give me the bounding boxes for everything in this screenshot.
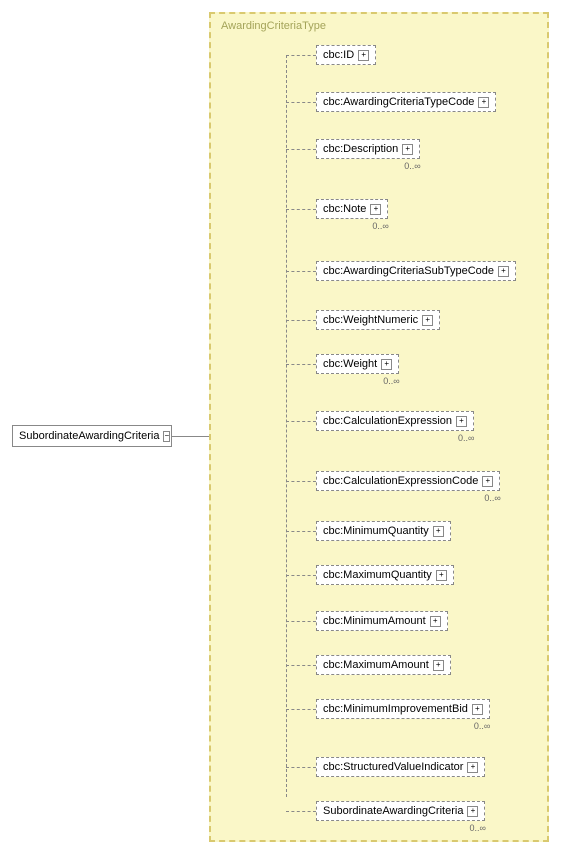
cardinality-label: 0..∞	[484, 493, 500, 503]
child-element[interactable]: cbc:MinimumQuantity +	[316, 521, 451, 541]
connector-line	[286, 481, 316, 482]
cardinality-label: 0..∞	[383, 376, 399, 386]
expand-icon[interactable]: +	[430, 616, 441, 627]
child-element-label: cbc:Weight	[323, 358, 377, 370]
expand-icon[interactable]: +	[433, 526, 444, 537]
cardinality-label: 0..∞	[458, 433, 474, 443]
collapse-icon[interactable]: −	[163, 431, 170, 442]
child-element-label: cbc:MaximumQuantity	[323, 569, 432, 581]
child-element-label: cbc:WeightNumeric	[323, 314, 418, 326]
cardinality-label: 0..∞	[372, 221, 388, 231]
child-element[interactable]: cbc:MaximumAmount +	[316, 655, 451, 675]
child-element-label: cbc:Description	[323, 143, 398, 155]
connector-line	[286, 575, 316, 576]
child-element[interactable]: cbc:AwardingCriteriaTypeCode +	[316, 92, 496, 112]
expand-icon[interactable]: +	[478, 97, 489, 108]
child-element[interactable]: cbc:MinimumImprovementBid +	[316, 699, 490, 719]
connector-line	[286, 364, 316, 365]
child-element[interactable]: cbc:WeightNumeric +	[316, 310, 440, 330]
child-element[interactable]: cbc:MinimumAmount +	[316, 611, 448, 631]
child-element[interactable]: cbc:CalculationExpression +	[316, 411, 474, 431]
expand-icon[interactable]: +	[498, 266, 509, 277]
cardinality-label: 0..∞	[474, 721, 490, 731]
connector-vline	[286, 55, 287, 797]
connector-line	[286, 811, 316, 812]
child-element-label: cbc:AwardingCriteriaSubTypeCode	[323, 265, 494, 277]
child-element-label: cbc:AwardingCriteriaTypeCode	[323, 96, 474, 108]
child-element-label: cbc:Note	[323, 203, 366, 215]
child-element-label: cbc:CalculationExpressionCode	[323, 475, 478, 487]
child-element[interactable]: cbc:StructuredValueIndicator +	[316, 757, 485, 777]
connector-line	[286, 149, 316, 150]
root-element[interactable]: SubordinateAwardingCriteria −	[12, 425, 172, 447]
expand-icon[interactable]: +	[472, 704, 483, 715]
expand-icon[interactable]: +	[358, 50, 369, 61]
child-element[interactable]: cbc:CalculationExpressionCode +	[316, 471, 500, 491]
connector-line	[286, 665, 316, 666]
child-element[interactable]: cbc:Description +	[316, 139, 420, 159]
child-element-label: cbc:MaximumAmount	[323, 659, 429, 671]
connector-line	[286, 271, 316, 272]
expand-icon[interactable]: +	[433, 660, 444, 671]
connector-line	[286, 767, 316, 768]
child-element[interactable]: cbc:Note +	[316, 199, 388, 219]
root-element-label: SubordinateAwardingCriteria	[19, 430, 159, 442]
connector-line	[286, 531, 316, 532]
child-element-label: cbc:StructuredValueIndicator	[323, 761, 463, 773]
expand-icon[interactable]: +	[456, 416, 467, 427]
child-element-label: cbc:MinimumAmount	[323, 615, 426, 627]
connector-line	[286, 709, 316, 710]
connector-line	[286, 320, 316, 321]
cardinality-label: 0..∞	[469, 823, 485, 833]
expand-icon[interactable]: +	[436, 570, 447, 581]
connector-line	[286, 55, 316, 56]
expand-icon[interactable]: +	[467, 762, 478, 773]
connector-line	[286, 209, 316, 210]
complex-type-title: AwardingCriteriaType	[221, 20, 326, 32]
child-element-label: cbc:CalculationExpression	[323, 415, 452, 427]
expand-icon[interactable]: +	[482, 476, 493, 487]
child-element[interactable]: SubordinateAwardingCriteria +	[316, 801, 485, 821]
expand-icon[interactable]: +	[370, 204, 381, 215]
child-element-label: SubordinateAwardingCriteria	[323, 805, 463, 817]
child-element[interactable]: cbc:AwardingCriteriaSubTypeCode +	[316, 261, 516, 281]
cardinality-label: 0..∞	[404, 161, 420, 171]
expand-icon[interactable]: +	[467, 806, 478, 817]
child-element-label: cbc:MinimumQuantity	[323, 525, 429, 537]
child-element[interactable]: cbc:Weight +	[316, 354, 399, 374]
connector-line	[286, 102, 316, 103]
child-element-label: cbc:ID	[323, 49, 354, 61]
expand-icon[interactable]: +	[402, 144, 413, 155]
child-element[interactable]: cbc:MaximumQuantity +	[316, 565, 454, 585]
child-element[interactable]: cbc:ID +	[316, 45, 376, 65]
xsd-diagram-canvas: SubordinateAwardingCriteria − •••− Award…	[0, 0, 564, 853]
expand-icon[interactable]: +	[381, 359, 392, 370]
expand-icon[interactable]: +	[422, 315, 433, 326]
connector-line	[286, 421, 316, 422]
connector-line	[286, 621, 316, 622]
child-element-label: cbc:MinimumImprovementBid	[323, 703, 468, 715]
